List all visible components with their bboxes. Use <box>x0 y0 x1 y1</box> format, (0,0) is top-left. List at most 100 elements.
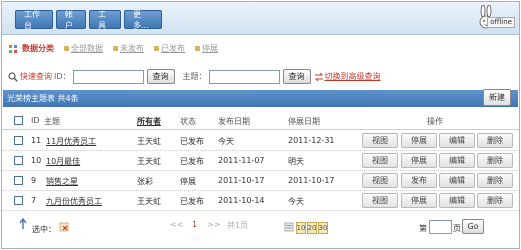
delete-button[interactable]: 删除 <box>477 173 513 188</box>
row-id: 7 <box>31 196 37 205</box>
category-link-stopped[interactable]: 停展 <box>195 43 218 54</box>
category-link-published[interactable]: 已发布 <box>154 43 185 54</box>
row-checkbox[interactable] <box>14 176 23 185</box>
col-subject: 主题 <box>44 117 60 126</box>
nav-workbench[interactable]: 工作台 <box>15 10 53 30</box>
quick-search-label: 快速查询 <box>20 72 52 81</box>
id-query-button[interactable]: 查询 <box>146 69 175 84</box>
new-button[interactable]: 新建 <box>483 89 511 106</box>
stop-button[interactable]: 停展 <box>401 133 437 148</box>
edit-button[interactable]: 编辑 <box>439 193 475 208</box>
category-link-label: 未发布 <box>120 44 144 53</box>
page-number[interactable]: 1 <box>192 220 197 229</box>
row-id: 10 <box>31 156 42 165</box>
folder-icon <box>113 46 118 51</box>
view-button[interactable]: 视图 <box>362 133 398 148</box>
go-button[interactable]: Go <box>462 219 484 234</box>
edit-button[interactable]: 编辑 <box>439 173 475 188</box>
view-button[interactable]: 视图 <box>362 173 398 188</box>
row-checkbox[interactable] <box>14 156 23 165</box>
table-title-bar: 光荣榜主题表 共4条 <box>3 90 518 107</box>
category-link-label: 停展 <box>202 44 218 53</box>
col-actions: 操作 <box>427 117 443 126</box>
row-stop-date: 明天 <box>288 157 304 166</box>
row-checkbox[interactable] <box>14 136 23 145</box>
category-icon <box>9 44 17 53</box>
switch-icon <box>314 72 323 81</box>
delete-selected-icon[interactable] <box>59 221 70 232</box>
row-publish-date: 2011-10-14 <box>218 196 265 205</box>
row-status: 已发布 <box>180 157 204 166</box>
publish-button[interactable]: 发布 <box>401 173 437 188</box>
row-owner: 王天虹 <box>137 137 161 146</box>
edit-button[interactable]: 编辑 <box>439 153 475 168</box>
row-status: 已发布 <box>180 137 204 146</box>
row-stop-date: 2011-12-31 <box>288 136 335 145</box>
total-pages: 共1页 <box>227 221 249 230</box>
delete-button[interactable]: 删除 <box>477 193 513 208</box>
table-row: 7 九月份优秀员工 王天虹 已发布 2011-10-14 今天 视图 停展 编辑… <box>2 191 519 211</box>
selected-label: 选中： <box>32 225 56 234</box>
status-badge: offline <box>487 17 515 28</box>
page-size-20[interactable]: 20 <box>307 222 317 234</box>
col-publish-date: 发布日期 <box>218 117 250 126</box>
category-link-all[interactable]: 全部数据 <box>64 43 103 54</box>
table-row: 11 11月优秀员工 王天虹 已发布 今天 2011-12-31 视图 停展 编… <box>2 131 519 151</box>
col-status: 状态 <box>180 117 196 126</box>
page-size-icon <box>284 222 294 232</box>
page-size-30[interactable]: 30 <box>318 222 328 234</box>
advanced-search-link[interactable]: 切换到高级查询 <box>325 71 381 82</box>
delete-button[interactable]: 删除 <box>477 133 513 148</box>
category-filter-row: 数据分类 全部数据 未发布 已发布 停展 <box>8 43 218 54</box>
row-owner: 王天虹 <box>137 197 161 206</box>
subject-query-button[interactable]: 查询 <box>282 69 311 84</box>
goto-suffix: 页 <box>453 224 461 233</box>
nav-tools[interactable]: 工具 <box>89 10 121 30</box>
category-link-unpublished[interactable]: 未发布 <box>113 43 144 54</box>
main-nav: 工作台 帐户 工具 更多... <box>15 10 162 30</box>
row-subject-link[interactable]: 销售之星 <box>46 176 78 187</box>
row-id: 9 <box>31 176 37 185</box>
stop-button[interactable]: 停展 <box>401 153 437 168</box>
table-header: ID 主题 所有者 状态 发布日期 停展日期 操作 <box>2 112 519 130</box>
goto-page-input[interactable] <box>429 220 452 234</box>
row-publish-date: 2011-10-17 <box>218 176 265 185</box>
category-link-label: 已发布 <box>161 44 185 53</box>
row-subject-link[interactable]: 11月优秀员工 <box>46 136 96 147</box>
id-search-input[interactable] <box>72 69 144 84</box>
row-subject-link[interactable]: 10月最佳 <box>46 156 80 167</box>
category-link-label: 全部数据 <box>71 44 103 53</box>
user-status-area[interactable]: offline <box>475 5 515 31</box>
top-navigation-bar: 工作台 帐户 工具 更多... offline <box>2 2 519 35</box>
next-page-link[interactable]: >> <box>207 220 220 229</box>
row-stop-date: 2011-10-17 <box>288 176 335 185</box>
page-size-10[interactable]: 10 <box>296 222 306 234</box>
delete-button[interactable]: 删除 <box>477 153 513 168</box>
row-owner: 王天虹 <box>137 157 161 166</box>
table-footer: 选中： << 1 >> 共1页 10 20 30 第 页 Go <box>2 214 519 244</box>
row-publish-date: 2011-11-07 <box>218 156 265 165</box>
select-all-checkbox[interactable] <box>14 116 23 125</box>
table-row: 9 销售之星 张彩 停展 2011-10-17 2011-10-17 视图 发布… <box>2 171 519 191</box>
view-button[interactable]: 视图 <box>362 153 398 168</box>
quick-search-row: 快速查询 ID： 查询 主题： 查询 切换到高级查询 <box>8 69 381 84</box>
goto-label: 第 <box>419 224 427 233</box>
row-id: 11 <box>31 136 42 145</box>
row-subject-link[interactable]: 九月份优秀员工 <box>46 196 102 207</box>
row-owner: 张彩 <box>137 177 153 186</box>
row-status: 已发布 <box>180 197 204 206</box>
col-owner[interactable]: 所有者 <box>137 116 161 127</box>
nav-more[interactable]: 更多... <box>124 10 162 30</box>
view-button[interactable]: 视图 <box>362 193 398 208</box>
subject-search-input[interactable] <box>208 69 280 84</box>
category-title: 数据分类 <box>22 44 54 53</box>
arrow-up-icon <box>19 218 27 229</box>
nav-account[interactable]: 帐户 <box>56 10 86 30</box>
id-label: ID： <box>54 72 71 81</box>
prev-page-link[interactable]: << <box>170 220 183 229</box>
folder-icon <box>195 46 200 51</box>
stop-button[interactable]: 停展 <box>401 193 437 208</box>
row-checkbox[interactable] <box>14 196 23 205</box>
folder-icon <box>64 46 69 51</box>
edit-button[interactable]: 编辑 <box>439 133 475 148</box>
